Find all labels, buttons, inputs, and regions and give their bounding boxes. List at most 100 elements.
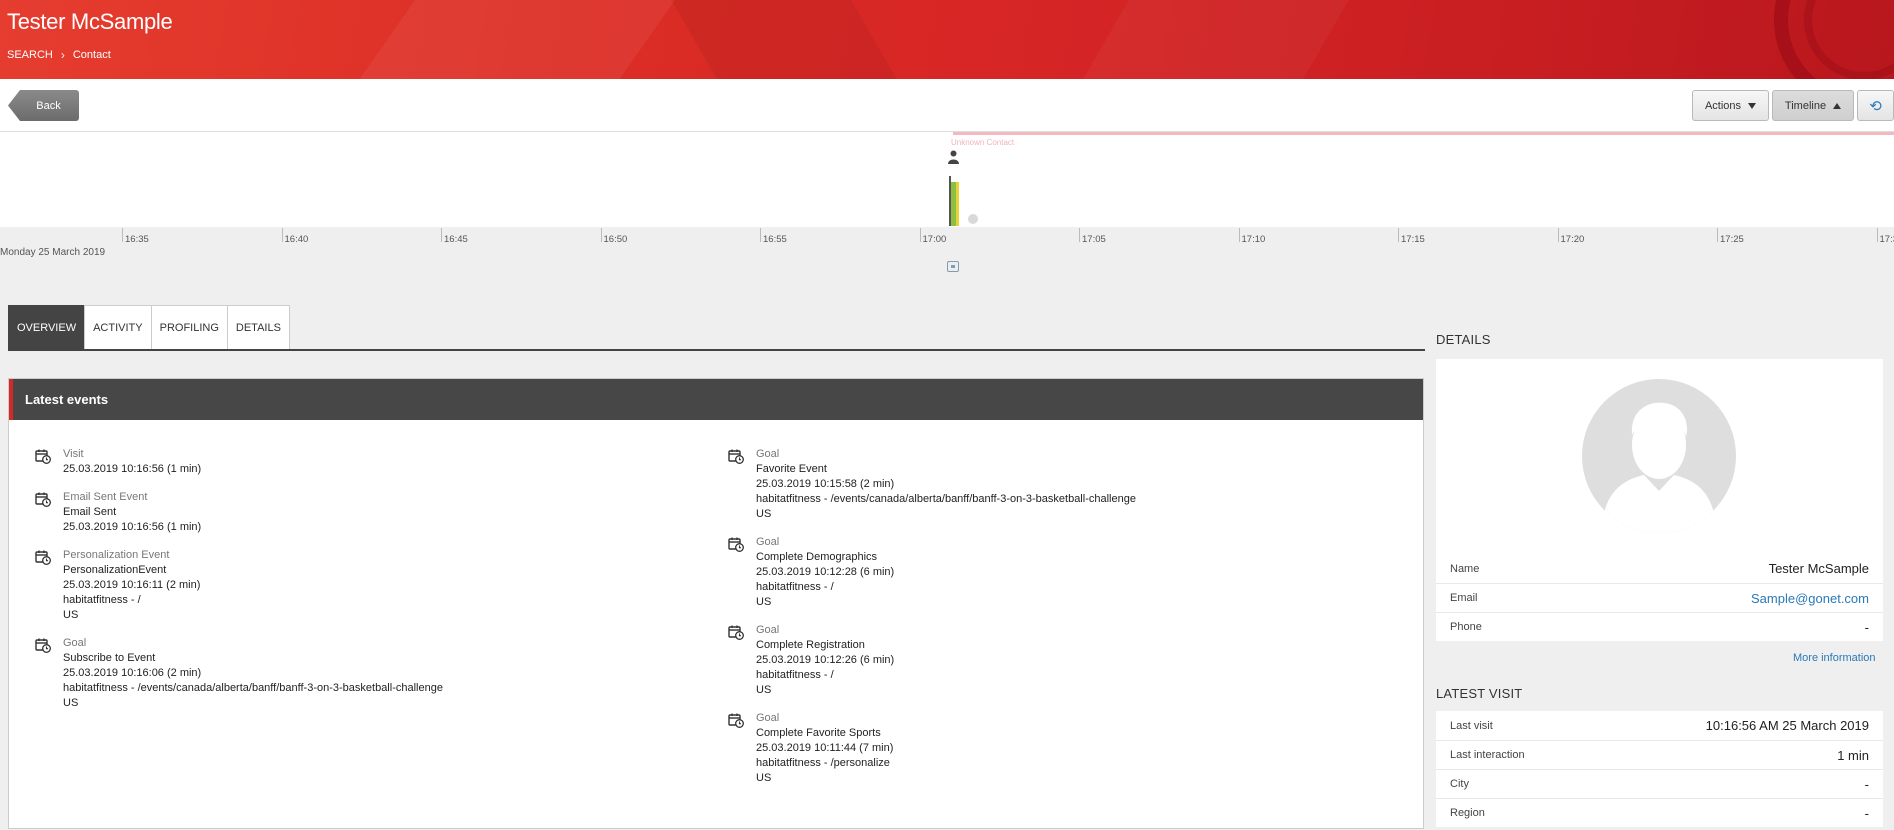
event-detail: US (63, 609, 79, 621)
contact-email-link[interactable]: Sample@gonet.com (1751, 591, 1869, 606)
more-information-link[interactable]: More information (1793, 652, 1876, 664)
visit-value: - (1864, 805, 1869, 821)
caret-down-icon (1748, 102, 1757, 109)
toolbar: Back Actions Timeline ⟲ (0, 79, 1894, 132)
calendar-clock-icon (728, 449, 744, 464)
tab-details[interactable]: DETAILS (226, 305, 290, 350)
event-detail: 25.03.2019 10:15:58 (2 min) (756, 478, 895, 490)
timeline-band-label: Unknown Contact (951, 138, 1015, 147)
contact-name-value: Tester McSample (1768, 561, 1869, 576)
timeline-chart[interactable]: Unknown Contact (0, 132, 1894, 227)
calendar-clock-icon (35, 449, 51, 464)
timeline-contact-band (953, 132, 1894, 135)
details-row-phone: Phone - (1436, 612, 1883, 641)
refresh-button[interactable]: ⟲ (1857, 90, 1894, 121)
event-item: Email Sent Event Email Sent 25.03.2019 10:… (35, 490, 443, 535)
tab-profiling[interactable]: PROFILING (150, 305, 227, 350)
details-key: Email (1450, 592, 1478, 604)
tabs-underline (8, 349, 1425, 351)
event-type: Goal (756, 712, 780, 724)
timeline-tick-label: 17:05 (1079, 228, 1106, 245)
visit-value: 1 min (1837, 747, 1869, 763)
event-detail: 25.03.2019 10:16:11 (2 min) (63, 579, 201, 591)
person-icon (948, 150, 959, 164)
latest-events-panel: Latest events Visit 25.03.2019 10:16:56 (… (8, 378, 1424, 829)
timeline-tick-label: 16:45 (441, 228, 468, 245)
calendar-clock-icon (728, 625, 744, 640)
visit-value: 10:16:56 AM 25 March 2019 (1705, 718, 1869, 733)
contact-tabs: OVERVIEW ACTIVITY PROFILING DETAILS (8, 305, 290, 350)
timeline-tick-label: 16:55 (760, 228, 787, 245)
event-type: Email Sent Event (63, 491, 148, 503)
timeline-tick-label: 17:10 (1238, 228, 1265, 245)
header-decoration (1059, 0, 1361, 79)
event-type: Goal (756, 624, 780, 636)
details-row-name: Name Tester McSample (1436, 554, 1883, 583)
latest-visit-table: Last visit 10:16:56 AM 25 March 2019 Las… (1436, 711, 1883, 827)
timeline-tick-label: 17:15 (1398, 228, 1425, 245)
event-detail: habitatfitness - / (63, 594, 141, 606)
timeline-tick-label: 17:3 (1876, 228, 1894, 245)
tab-overview[interactable]: OVERVIEW (8, 305, 85, 350)
chevron-right-icon: › (60, 48, 65, 62)
back-button[interactable]: Back (8, 90, 79, 121)
calendar-icon[interactable] (947, 261, 959, 272)
breadcrumb-contact: Contact (72, 49, 111, 61)
actions-button[interactable]: Actions (1692, 90, 1769, 121)
header-decoration (330, 0, 690, 79)
details-key: Name (1450, 562, 1480, 575)
event-detail: 25.03.2019 10:16:56 (1 min) (63, 521, 202, 533)
calendar-clock-icon (35, 550, 51, 565)
tab-activity[interactable]: ACTIVITY (84, 305, 151, 350)
timeline-visit-bar[interactable] (956, 182, 959, 226)
avatar-silhouette-icon (1602, 402, 1716, 533)
page-title: Tester McSample (7, 9, 173, 34)
event-detail: PersonalizationEvent (63, 564, 167, 576)
event-detail: 25.03.2019 10:16:56 (1 min) (63, 463, 202, 475)
timeline-tick-label: 17:00 (919, 228, 946, 245)
details-key: Phone (1450, 621, 1482, 633)
visit-value: - (1864, 776, 1869, 792)
visit-key: Region (1450, 807, 1485, 819)
details-table: Name Tester McSample Email Sample@gonet.… (1436, 554, 1883, 641)
event-item: Goal Favorite Event 25.03.2019 10:15:58 (2… (728, 447, 1136, 522)
timeline-tick-label: 16:35 (122, 228, 149, 245)
visit-row-last-interaction: Last interaction 1 min (1436, 740, 1883, 769)
event-detail: 25.03.2019 10:12:28 (6 min) (756, 566, 895, 578)
event-detail: US (756, 772, 772, 784)
timeline-event-dot[interactable] (968, 214, 978, 224)
profile-card (1436, 359, 1883, 554)
event-detail: habitatfitness - /personalize (756, 757, 890, 769)
timeline-label: Timeline (1784, 99, 1827, 112)
timeline-button[interactable]: Timeline (1772, 90, 1854, 121)
visit-row-city: City - (1436, 769, 1883, 798)
events-column-left: Visit 25.03.2019 10:16:56 (1 min) Email Se… (35, 447, 443, 724)
header-decoration (659, 0, 921, 79)
event-type: Goal (756, 536, 780, 548)
avatar (1582, 379, 1736, 533)
calendar-clock-icon (728, 537, 744, 552)
event-detail: habitatfitness - /events/canada/alberta/… (756, 493, 1136, 505)
visit-key: Last interaction (1450, 749, 1525, 761)
event-detail: habitatfitness - /events/canada/alberta/… (63, 682, 443, 694)
event-item: Goal Subscribe to Event 25.03.2019 10:16:0… (35, 636, 443, 711)
details-row-email: Email Sample@gonet.com (1436, 583, 1883, 612)
event-item: Goal Complete Favorite Sports 25.03.2019 1… (728, 711, 1136, 786)
event-detail: Email Sent (63, 506, 117, 518)
event-detail: habitatfitness - / (756, 581, 834, 593)
visit-row-last-visit: Last visit 10:16:56 AM 25 March 2019 (1436, 711, 1883, 740)
timeline-tick-label: 17:20 (1557, 228, 1584, 245)
timeline-tick-label: 17:25 (1717, 228, 1744, 245)
event-type: Goal (63, 637, 87, 649)
event-detail: Complete Favorite Sports (756, 727, 881, 739)
breadcrumb-search-link[interactable]: SEARCH (7, 49, 53, 61)
event-item: Personalization Event PersonalizationEven… (35, 548, 443, 623)
event-detail: Complete Demographics (756, 551, 878, 563)
event-item: Goal Complete Demographics 25.03.2019 10:1… (728, 535, 1136, 610)
event-detail: US (756, 596, 772, 608)
event-detail: 25.03.2019 10:11:44 (7 min) (756, 742, 894, 754)
details-section-title: DETAILS (1436, 332, 1491, 347)
calendar-clock-icon (35, 638, 51, 653)
event-type: Personalization Event (63, 549, 170, 561)
event-detail: US (756, 684, 772, 696)
